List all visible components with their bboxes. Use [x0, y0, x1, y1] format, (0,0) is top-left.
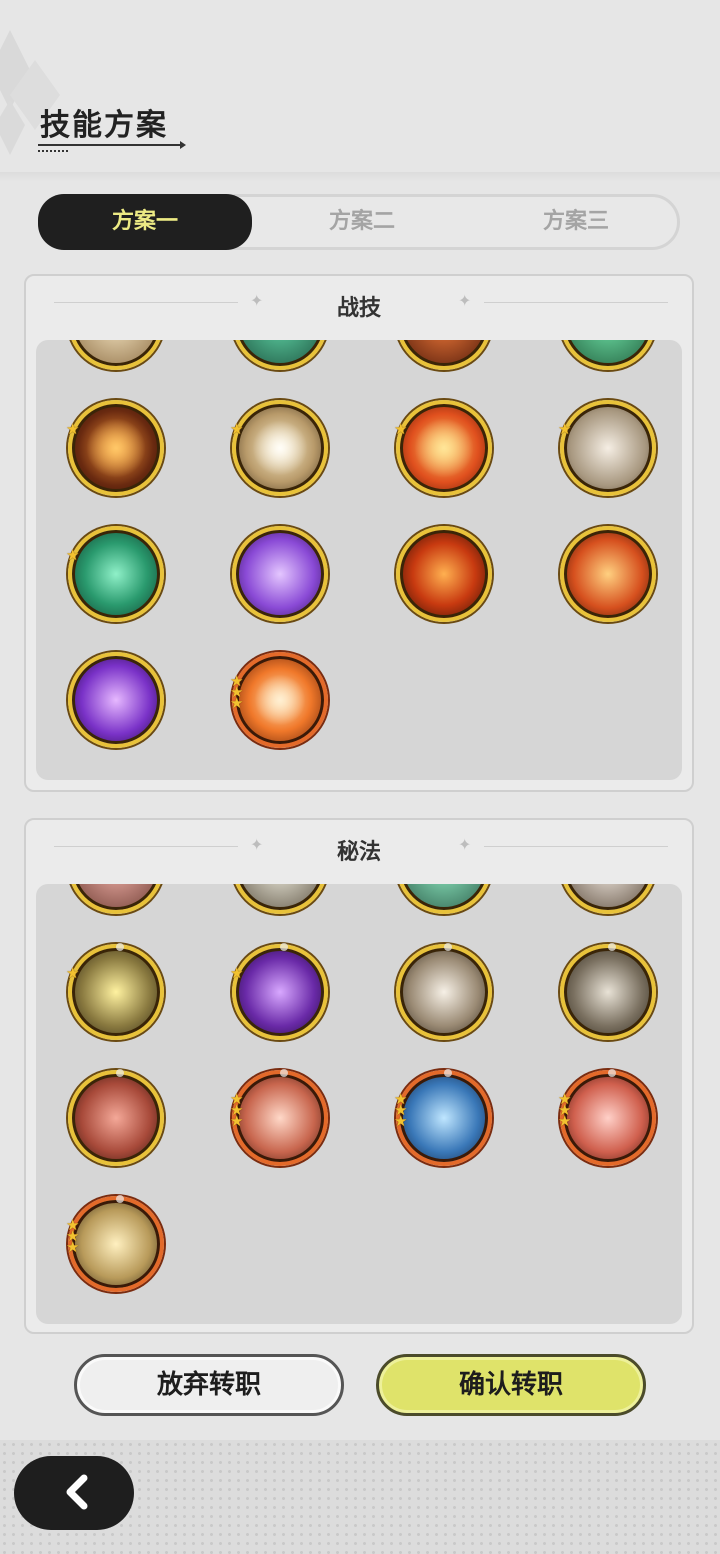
skill-slot[interactable]: ★ [66, 943, 164, 1040]
skill-slot[interactable]: ★ [558, 400, 656, 496]
skill-slot[interactable] [560, 526, 656, 622]
skill-slot[interactable] [560, 943, 656, 1040]
skill-slot[interactable] [232, 884, 328, 914]
star-rank-icon: ★ ★ ★ [230, 1090, 244, 1130]
secret-skill-grid: ★ ★ ★ ★ ★ ★ ★ ★ ★ ★ ★ ★ ★ ★ [36, 884, 682, 1324]
page-header: 技能方案 [38, 100, 186, 152]
star-rank-icon: ★ [230, 420, 244, 438]
star-rank-icon: ★ ★ ★ [66, 1216, 80, 1256]
combat-section-title: 战技 [336, 296, 381, 321]
back-button[interactable] [14, 1456, 134, 1530]
skill-slot[interactable]: ★ [230, 943, 328, 1040]
tab-plan-3[interactable]: 方案三 [469, 197, 683, 247]
skill-slot[interactable] [396, 943, 492, 1040]
skill-slot[interactable]: ★ [66, 400, 164, 496]
skill-slot[interactable]: ★ ★ ★ [230, 652, 328, 748]
chevron-left-icon [66, 1474, 88, 1510]
secret-skills-panel: ✦ 秘法 ✦ ★ ★ ★ ★ ★ ★ ★ ★ ★ ★ ★ ★ ★ ★ [24, 818, 694, 1334]
star-rank-icon: ★ [66, 420, 80, 438]
star-rank-icon: ★ [230, 964, 244, 982]
skill-slot[interactable]: ★ [66, 526, 164, 622]
skill-slot[interactable] [68, 884, 164, 914]
skill-slot[interactable]: ★ ★ ★ [394, 1069, 492, 1166]
page-title: 技能方案 [40, 108, 168, 143]
star-rank-icon: ★ [66, 546, 80, 564]
star-rank-icon: ★ ★ ★ [230, 672, 244, 712]
tab-plan-2[interactable]: 方案二 [255, 197, 469, 247]
skill-slot[interactable] [560, 884, 656, 914]
skill-slot[interactable] [560, 340, 656, 370]
skill-slot[interactable]: ★ ★ ★ [230, 1069, 328, 1166]
combat-skills-panel: ✦ 战技 ✦ ★ ★ ★ ★ ★ ★ ★ ★ [24, 274, 694, 792]
plan-tabs: 方案一 方案二 方案三 [38, 194, 680, 250]
skill-slot[interactable]: ★ ★ ★ [66, 1195, 164, 1292]
star-rank-icon: ★ ★ ★ [558, 1090, 572, 1130]
combat-skill-grid: ★ ★ ★ ★ ★ ★ ★ ★ [36, 340, 682, 780]
star-rank-icon: ★ [66, 964, 80, 982]
tab-plan-1[interactable]: 方案一 [38, 194, 252, 250]
skill-slot[interactable] [396, 526, 492, 622]
skill-slot[interactable] [68, 1069, 164, 1166]
title-underline [38, 141, 186, 152]
abandon-class-change-button[interactable]: 放弃转职 [74, 1354, 344, 1416]
star-rank-icon: ★ ★ ★ [394, 1090, 408, 1130]
header-divider [0, 172, 720, 182]
skill-slot[interactable] [396, 340, 492, 370]
sparkle-icon: ✦ [458, 291, 472, 310]
skill-slot[interactable]: ★ [230, 400, 328, 496]
skill-slot[interactable]: ★ [394, 400, 492, 496]
confirm-class-change-button[interactable]: 确认转职 [376, 1354, 646, 1416]
skill-slot[interactable] [232, 340, 328, 370]
skill-slot[interactable] [68, 652, 164, 748]
secret-section-title: 秘法 [336, 840, 381, 865]
skill-slot[interactable]: ★ ★ ★ [558, 1069, 656, 1166]
skill-slot[interactable] [232, 526, 328, 622]
sparkle-icon: ✦ [458, 835, 472, 854]
star-rank-icon: ★ [394, 420, 408, 438]
skill-slot[interactable] [68, 340, 164, 370]
star-rank-icon: ★ [558, 420, 572, 438]
skill-slot[interactable] [396, 884, 492, 914]
